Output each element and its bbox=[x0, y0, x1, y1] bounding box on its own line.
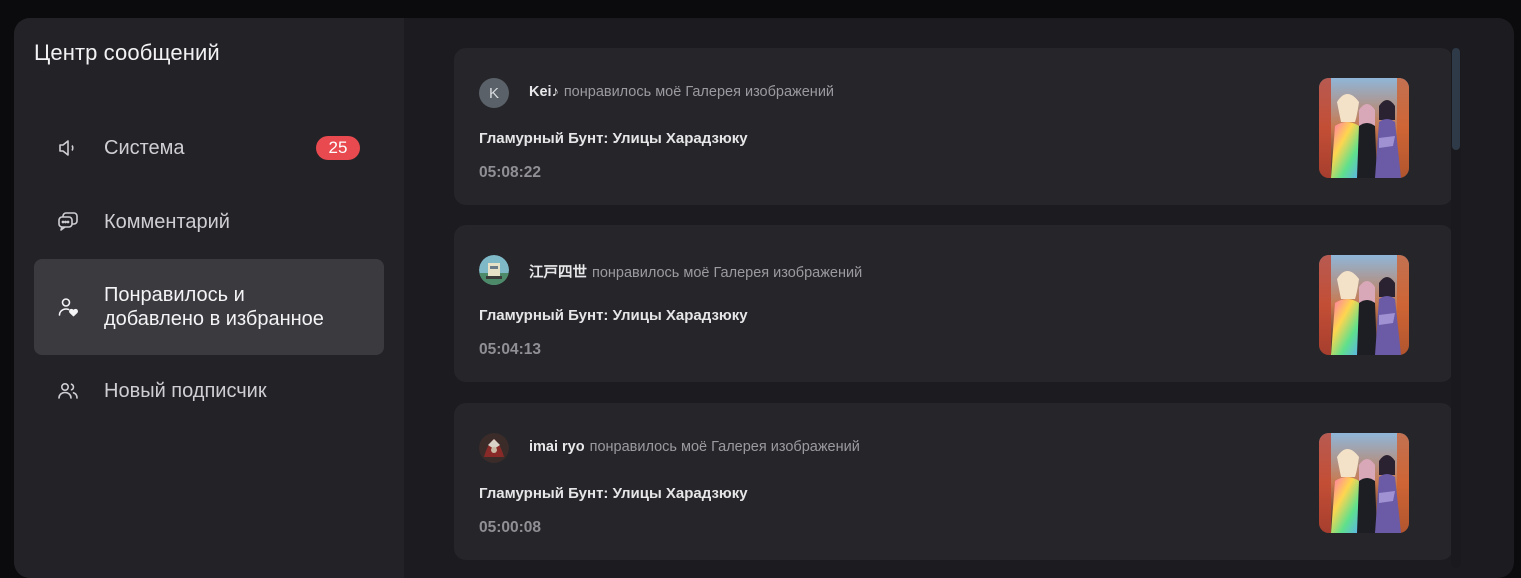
notification-card[interactable]: K Kei♪ понравилось моё Галерея изображени… bbox=[454, 48, 1453, 205]
page-title: Центр сообщений bbox=[34, 40, 220, 65]
user-heart-icon bbox=[56, 295, 80, 319]
unread-count-badge: 25 bbox=[316, 136, 360, 160]
sidebar-item-system[interactable]: Система 25 bbox=[34, 116, 384, 180]
username-link[interactable]: imai ryo bbox=[529, 439, 585, 455]
sidebar-item-label: Понравилось и добавлено в избранное bbox=[104, 284, 324, 330]
sidebar: Центр сообщений Система 25 Комментарий П… bbox=[14, 18, 404, 578]
post-title[interactable]: Гламурный Бунт: Улицы Харадзюку bbox=[479, 307, 748, 324]
feed-scrollbar[interactable] bbox=[1451, 48, 1461, 568]
sidebar-item-likes-favorites[interactable]: Понравилось и добавлено в избранное bbox=[34, 259, 384, 355]
speaker-icon bbox=[56, 136, 80, 160]
post-thumbnail[interactable] bbox=[1319, 255, 1409, 355]
notifications-list: K Kei♪ понравилось моё Галерея изображени… bbox=[454, 48, 1454, 578]
message-center-window: Центр сообщений Система 25 Комментарий П… bbox=[14, 18, 1514, 578]
post-thumbnail[interactable] bbox=[1319, 78, 1409, 178]
sidebar-item-new-followers[interactable]: Новый подписчик bbox=[34, 359, 384, 423]
notification-card[interactable]: 江戸四世 понравилось моё Галерея изображений … bbox=[454, 225, 1453, 382]
username-link[interactable]: Kei♪ bbox=[529, 84, 559, 100]
avatar[interactable]: K bbox=[479, 78, 509, 108]
post-thumbnail[interactable] bbox=[1319, 433, 1409, 533]
sidebar-item-label: Комментарий bbox=[104, 211, 230, 233]
notification-headline: imai ryo понравилось моё Галерея изображе… bbox=[529, 439, 860, 455]
timestamp: 05:08:22 bbox=[479, 164, 542, 181]
scrollbar-thumb[interactable] bbox=[1452, 48, 1460, 150]
notification-headline: 江戸四世 понравилось моё Галерея изображений bbox=[529, 261, 862, 282]
notification-action: понравилось моё Галерея изображений bbox=[563, 84, 835, 100]
chat-bubbles-icon bbox=[56, 210, 80, 234]
sidebar-item-label: Система bbox=[104, 137, 185, 159]
notification-card[interactable]: imai ryo понравилось моё Галерея изображе… bbox=[454, 403, 1453, 560]
notification-action: понравилось моё Галерея изображений bbox=[589, 439, 860, 455]
notification-headline: Kei♪ понравилось моё Галерея изображений bbox=[529, 84, 834, 100]
timestamp: 05:00:08 bbox=[479, 519, 542, 536]
post-title[interactable]: Гламурный Бунт: Улицы Харадзюку bbox=[479, 485, 748, 502]
timestamp: 05:04:13 bbox=[479, 341, 542, 358]
notification-action: понравилось моё Галерея изображений bbox=[592, 265, 863, 281]
avatar[interactable] bbox=[479, 433, 509, 463]
username-link[interactable]: 江戸四世 bbox=[529, 265, 587, 281]
post-title[interactable]: Гламурный Бунт: Улицы Харадзюку bbox=[479, 130, 748, 147]
sidebar-item-comments[interactable]: Комментарий bbox=[34, 190, 384, 254]
users-icon bbox=[56, 379, 80, 403]
avatar[interactable] bbox=[479, 255, 509, 285]
sidebar-item-label: Новый подписчик bbox=[104, 380, 267, 402]
